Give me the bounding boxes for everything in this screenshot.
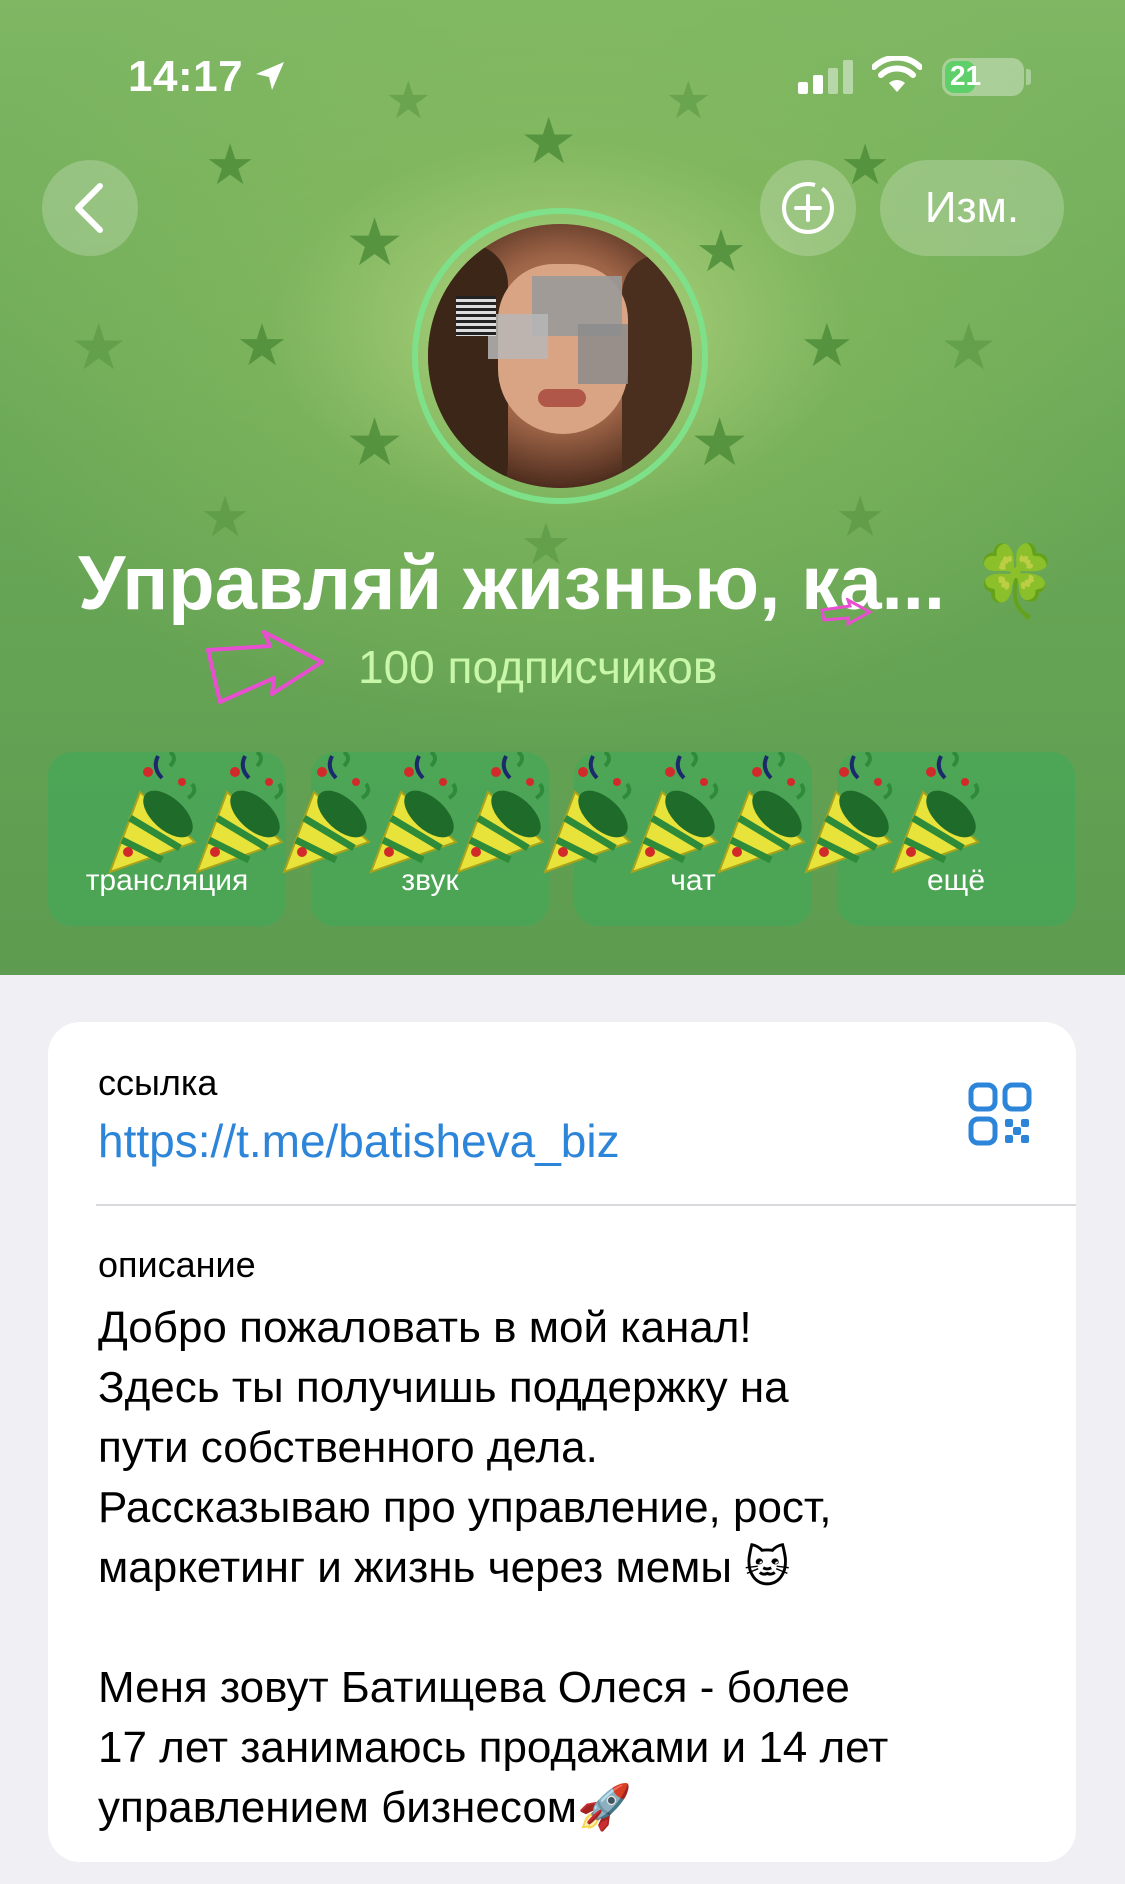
channel-description: Добро пожаловать в мой канал! Здесь ты п… xyxy=(98,1298,1058,1838)
description-line: управлением бизнесом🚀 xyxy=(98,1783,632,1832)
star-pattern-icon: ★ xyxy=(520,105,578,179)
star-pattern-icon: ★ xyxy=(236,311,288,379)
small-arrow-doodle-icon xyxy=(820,598,874,627)
star-pattern-icon: ★ xyxy=(835,485,886,550)
battery-indicator: 21 xyxy=(942,58,1024,96)
battery-tip xyxy=(1026,69,1031,85)
info-card: ссылка https://t.me/batisheva_biz описан… xyxy=(48,1022,1076,1862)
signal-icon xyxy=(798,60,853,94)
description-line: Меня зовут Батищева Олеся - более xyxy=(98,1663,850,1712)
edit-button[interactable]: Изм. xyxy=(880,160,1064,256)
description-line xyxy=(98,1598,1058,1658)
clover-icon: 🍀 xyxy=(972,540,1060,622)
description-line: Здесь ты получишь поддержку на xyxy=(98,1363,789,1412)
star-pattern-icon: ★ xyxy=(345,204,405,281)
description-line: Рассказываю про управление, рост, xyxy=(98,1483,832,1532)
location-arrow-icon xyxy=(256,62,284,90)
status-time: 14:17 xyxy=(128,52,244,101)
subscriber-count: 100 подписчиков xyxy=(358,641,718,693)
battery-level: 21 xyxy=(950,60,982,91)
chevron-left-icon xyxy=(75,183,103,233)
party-popper-overlay xyxy=(100,752,1020,892)
link-label: ссылка xyxy=(98,1062,218,1103)
party-popper-icon xyxy=(891,752,980,874)
channel-header: ★ ★ ★ ★ ★ ★ ★ ★ ★ ★ ★ ★ ★ ★ ★ ★ 14:17 21 xyxy=(0,0,1125,975)
description-label: описание xyxy=(98,1244,256,1285)
channel-link[interactable]: https://t.me/batisheva_biz xyxy=(98,1114,620,1168)
add-circle-icon xyxy=(782,182,834,234)
back-button[interactable] xyxy=(42,160,138,256)
star-pattern-icon: ★ xyxy=(695,217,747,285)
star-pattern-icon: ★ xyxy=(70,311,128,385)
arrow-doodle-icon xyxy=(206,630,324,704)
wifi-icon xyxy=(872,56,922,92)
star-pattern-icon: ★ xyxy=(200,485,251,550)
star-pattern-icon: ★ xyxy=(940,311,998,385)
description-line: маркетинг и жизнь через мемы 🐱 xyxy=(98,1543,791,1592)
description-line: пути собственного дела. xyxy=(98,1423,598,1472)
star-pattern-icon: ★ xyxy=(205,133,256,198)
channel-avatar[interactable] xyxy=(428,224,692,488)
qr-code-icon[interactable] xyxy=(968,1082,1032,1146)
description-line: Добро пожаловать в мой канал! xyxy=(98,1303,752,1352)
add-story-button[interactable] xyxy=(760,160,856,256)
star-pattern-icon: ★ xyxy=(345,404,405,481)
star-pattern-icon: ★ xyxy=(385,71,432,131)
star-pattern-icon: ★ xyxy=(690,404,750,481)
star-pattern-icon: ★ xyxy=(800,311,854,381)
description-line: 17 лет занимаюсь продажами и 14 лет xyxy=(98,1723,889,1772)
divider xyxy=(96,1204,1076,1206)
star-pattern-icon: ★ xyxy=(665,71,712,131)
